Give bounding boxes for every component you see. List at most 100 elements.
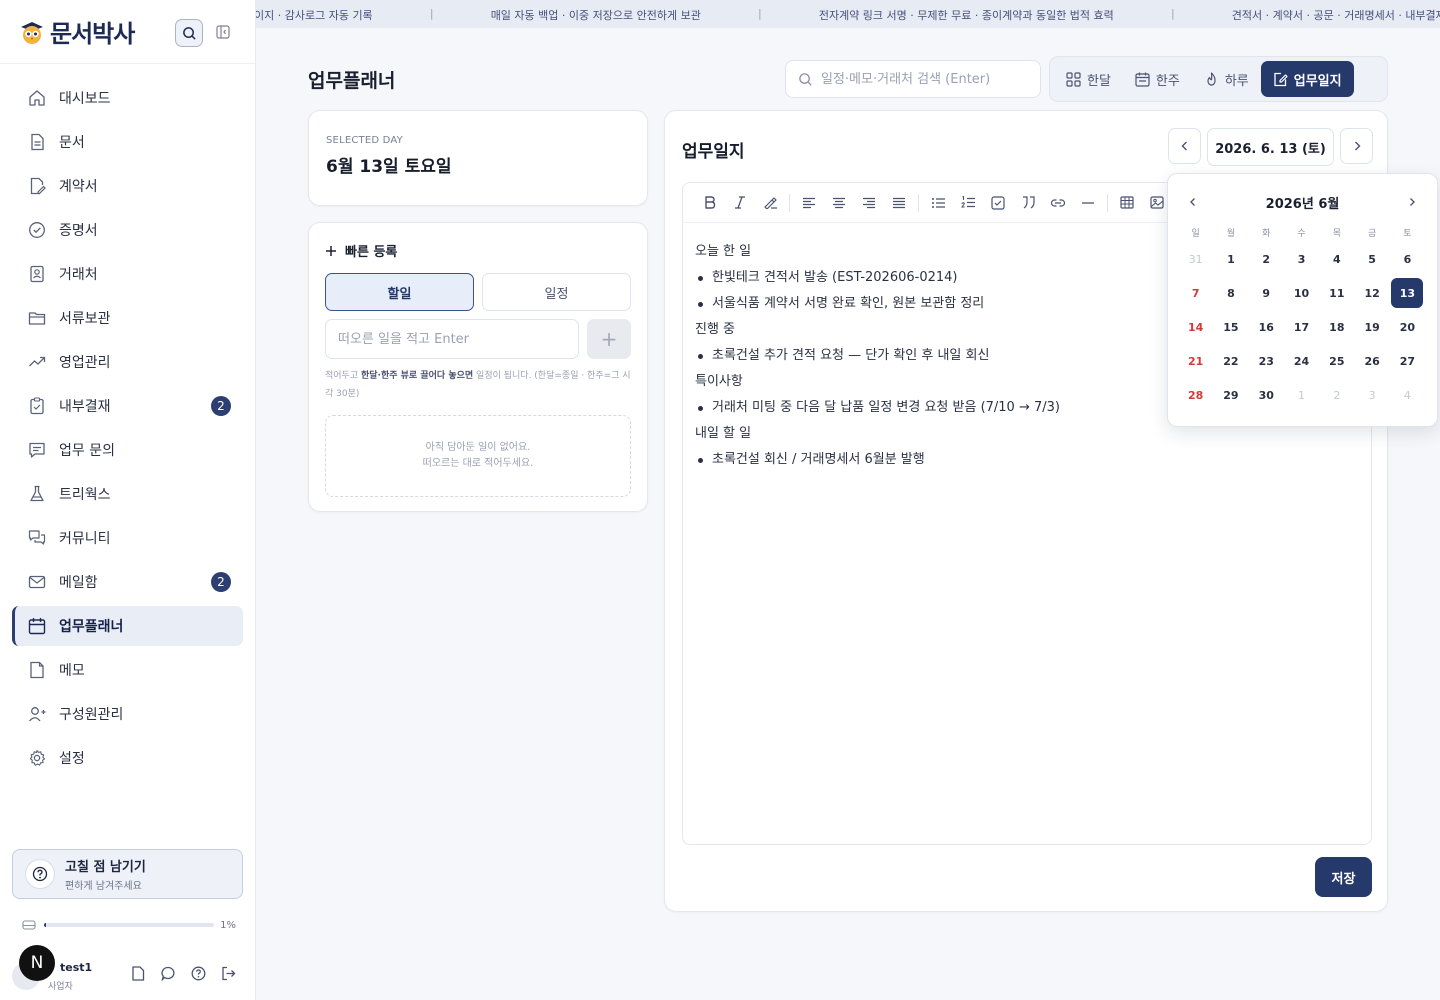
calendar-day[interactable]: 5 (1354, 242, 1389, 276)
sidebar-item-archive[interactable]: 서류보관 (12, 298, 243, 338)
sidebar-item-clients[interactable]: 거래처 (12, 254, 243, 294)
hint-text: 적어두고 (325, 371, 361, 381)
calendar-weekday: 화 (1262, 228, 1271, 239)
align-center-icon[interactable] (824, 189, 854, 217)
calendar-day[interactable]: 26 (1354, 344, 1389, 378)
calendar-day[interactable]: 11 (1319, 276, 1354, 310)
checklist-icon[interactable] (983, 189, 1013, 217)
search-input[interactable] (821, 71, 1031, 87)
quick-add-input[interactable] (325, 319, 579, 359)
sidebar-item-dashboard[interactable]: 대시보드 (12, 78, 243, 118)
sidebar-item-planner[interactable]: 업무플래너 (12, 606, 243, 646)
save-button[interactable]: 저장 (1315, 857, 1372, 897)
align-justify-icon[interactable] (884, 189, 914, 217)
sidebar-item-approval[interactable]: 내부결재 2 (12, 386, 243, 426)
sidebar-item-settings[interactable]: 설정 (12, 738, 243, 778)
sidebar-item-label: 커뮤니티 (59, 531, 111, 547)
calendar-day[interactable]: 28 (1178, 378, 1213, 412)
chat-icon[interactable] (160, 965, 176, 981)
next-month-button[interactable] (1403, 193, 1421, 211)
calendar-day[interactable]: 7 (1178, 276, 1213, 310)
link-icon[interactable] (1043, 189, 1073, 217)
calendar-day[interactable]: 2 (1319, 378, 1354, 412)
bold-icon[interactable] (695, 189, 725, 217)
bullet-list-icon[interactable] (923, 189, 953, 217)
prev-month-button[interactable] (1184, 193, 1202, 211)
sidebar-item-inquiry[interactable]: 업무 문의 (12, 430, 243, 470)
calendar-day[interactable]: 4 (1390, 378, 1425, 412)
calendar-day[interactable]: 3 (1284, 242, 1319, 276)
view-month-button[interactable]: 한달 (1054, 61, 1123, 97)
calendar-day[interactable]: 1 (1213, 242, 1248, 276)
sidebar-item-label: 트리웍스 (59, 487, 111, 503)
avatar-initial[interactable]: N (19, 945, 55, 981)
calendar-day-selected[interactable]: 13 (1390, 276, 1425, 310)
view-week-button[interactable]: 한주 (1123, 61, 1192, 97)
calendar-day[interactable]: 18 (1319, 310, 1354, 344)
calendar-day[interactable]: 23 (1249, 344, 1284, 378)
calendar-day[interactable]: 24 (1284, 344, 1319, 378)
sidebar-item-label: 증명서 (59, 223, 98, 239)
numbered-list-icon[interactable] (953, 189, 983, 217)
ticker-item: 매일 자동 백업 · 이중 저장으로 안전하게 보관 (490, 9, 701, 22)
sidebar-item-contracts[interactable]: 계약서 (12, 166, 243, 206)
calendar-day[interactable]: 19 (1354, 310, 1389, 344)
view-day-button[interactable]: 하루 (1192, 61, 1261, 97)
quick-add-heading: 빠른 등록 (345, 245, 398, 260)
logout-icon[interactable] (220, 965, 236, 981)
calendar-day[interactable]: 4 (1319, 242, 1354, 276)
calendar-day[interactable]: 3 (1354, 378, 1389, 412)
view-journal-button[interactable]: 업무일지 (1260, 61, 1354, 97)
calendar-month-title: 2026년 6월 (1265, 196, 1340, 212)
calendar-day[interactable]: 6 (1390, 242, 1425, 276)
tab-todo[interactable]: 할일 (325, 273, 474, 311)
horizontal-rule-icon[interactable] (1073, 189, 1103, 217)
align-right-icon[interactable] (854, 189, 884, 217)
sidebar-item-sales[interactable]: 영업관리 (12, 342, 243, 382)
calendar-icon (26, 615, 48, 637)
help-icon[interactable] (190, 965, 206, 981)
feedback-button[interactable]: 고칠 점 남기기 편하게 남겨주세요 (12, 849, 243, 899)
sidebar-item-certificates[interactable]: 증명서 (12, 210, 243, 250)
calendar-day[interactable]: 17 (1284, 310, 1319, 344)
sidebar-item-community[interactable]: 커뮤니티 (12, 518, 243, 558)
calendar-day[interactable]: 12 (1354, 276, 1389, 310)
prev-day-button[interactable] (1168, 128, 1201, 164)
calendar-day[interactable]: 15 (1213, 310, 1248, 344)
calendar-day[interactable]: 1 (1284, 378, 1319, 412)
sidebar-item-label: 내부결재 (59, 399, 111, 415)
calendar-day[interactable]: 30 (1249, 378, 1284, 412)
calendar-day[interactable]: 2 (1249, 242, 1284, 276)
file-icon[interactable] (130, 965, 146, 981)
calendar-day[interactable]: 27 (1390, 344, 1425, 378)
calendar-day[interactable]: 14 (1178, 310, 1213, 344)
align-left-icon[interactable] (794, 189, 824, 217)
calendar-day[interactable]: 29 (1213, 378, 1248, 412)
tab-schedule[interactable]: 일정 (482, 273, 631, 311)
quick-add-button[interactable]: + (587, 319, 631, 359)
sidebar-item-members[interactable]: 구성원관리 (12, 694, 243, 734)
sidebar-item-documents[interactable]: 문서 (12, 122, 243, 162)
calendar-day[interactable]: 9 (1249, 276, 1284, 310)
calendar-day[interactable]: 21 (1178, 344, 1213, 378)
quote-icon[interactable] (1013, 189, 1043, 217)
table-icon[interactable] (1112, 189, 1142, 217)
calendar-day[interactable]: 25 (1319, 344, 1354, 378)
calendar-day[interactable]: 31 (1178, 242, 1213, 276)
calendar-day[interactable]: 10 (1284, 276, 1319, 310)
calendar-day[interactable]: 22 (1213, 344, 1248, 378)
highlight-icon[interactable] (755, 189, 785, 217)
italic-icon[interactable] (725, 189, 755, 217)
sidebar-item-mail[interactable]: 메일함 2 (12, 562, 243, 602)
calendar-day[interactable]: 20 (1390, 310, 1425, 344)
collapse-sidebar-button[interactable] (215, 24, 231, 40)
journal-list-item: 초록건설 회신 / 거래명세서 6월분 발행 (695, 447, 1359, 473)
calendar-day[interactable]: 8 (1213, 276, 1248, 310)
calendar-day[interactable]: 16 (1249, 310, 1284, 344)
sidebar-search-button[interactable] (175, 19, 203, 47)
sidebar-item-triworks[interactable]: 트리웍스 (12, 474, 243, 514)
date-picker-button[interactable]: 2026. 6. 13 (토) (1207, 128, 1334, 166)
sidebar-item-memo[interactable]: 메모 (12, 650, 243, 690)
logo[interactable]: 문서박사 (18, 14, 135, 49)
next-day-button[interactable] (1340, 128, 1373, 164)
